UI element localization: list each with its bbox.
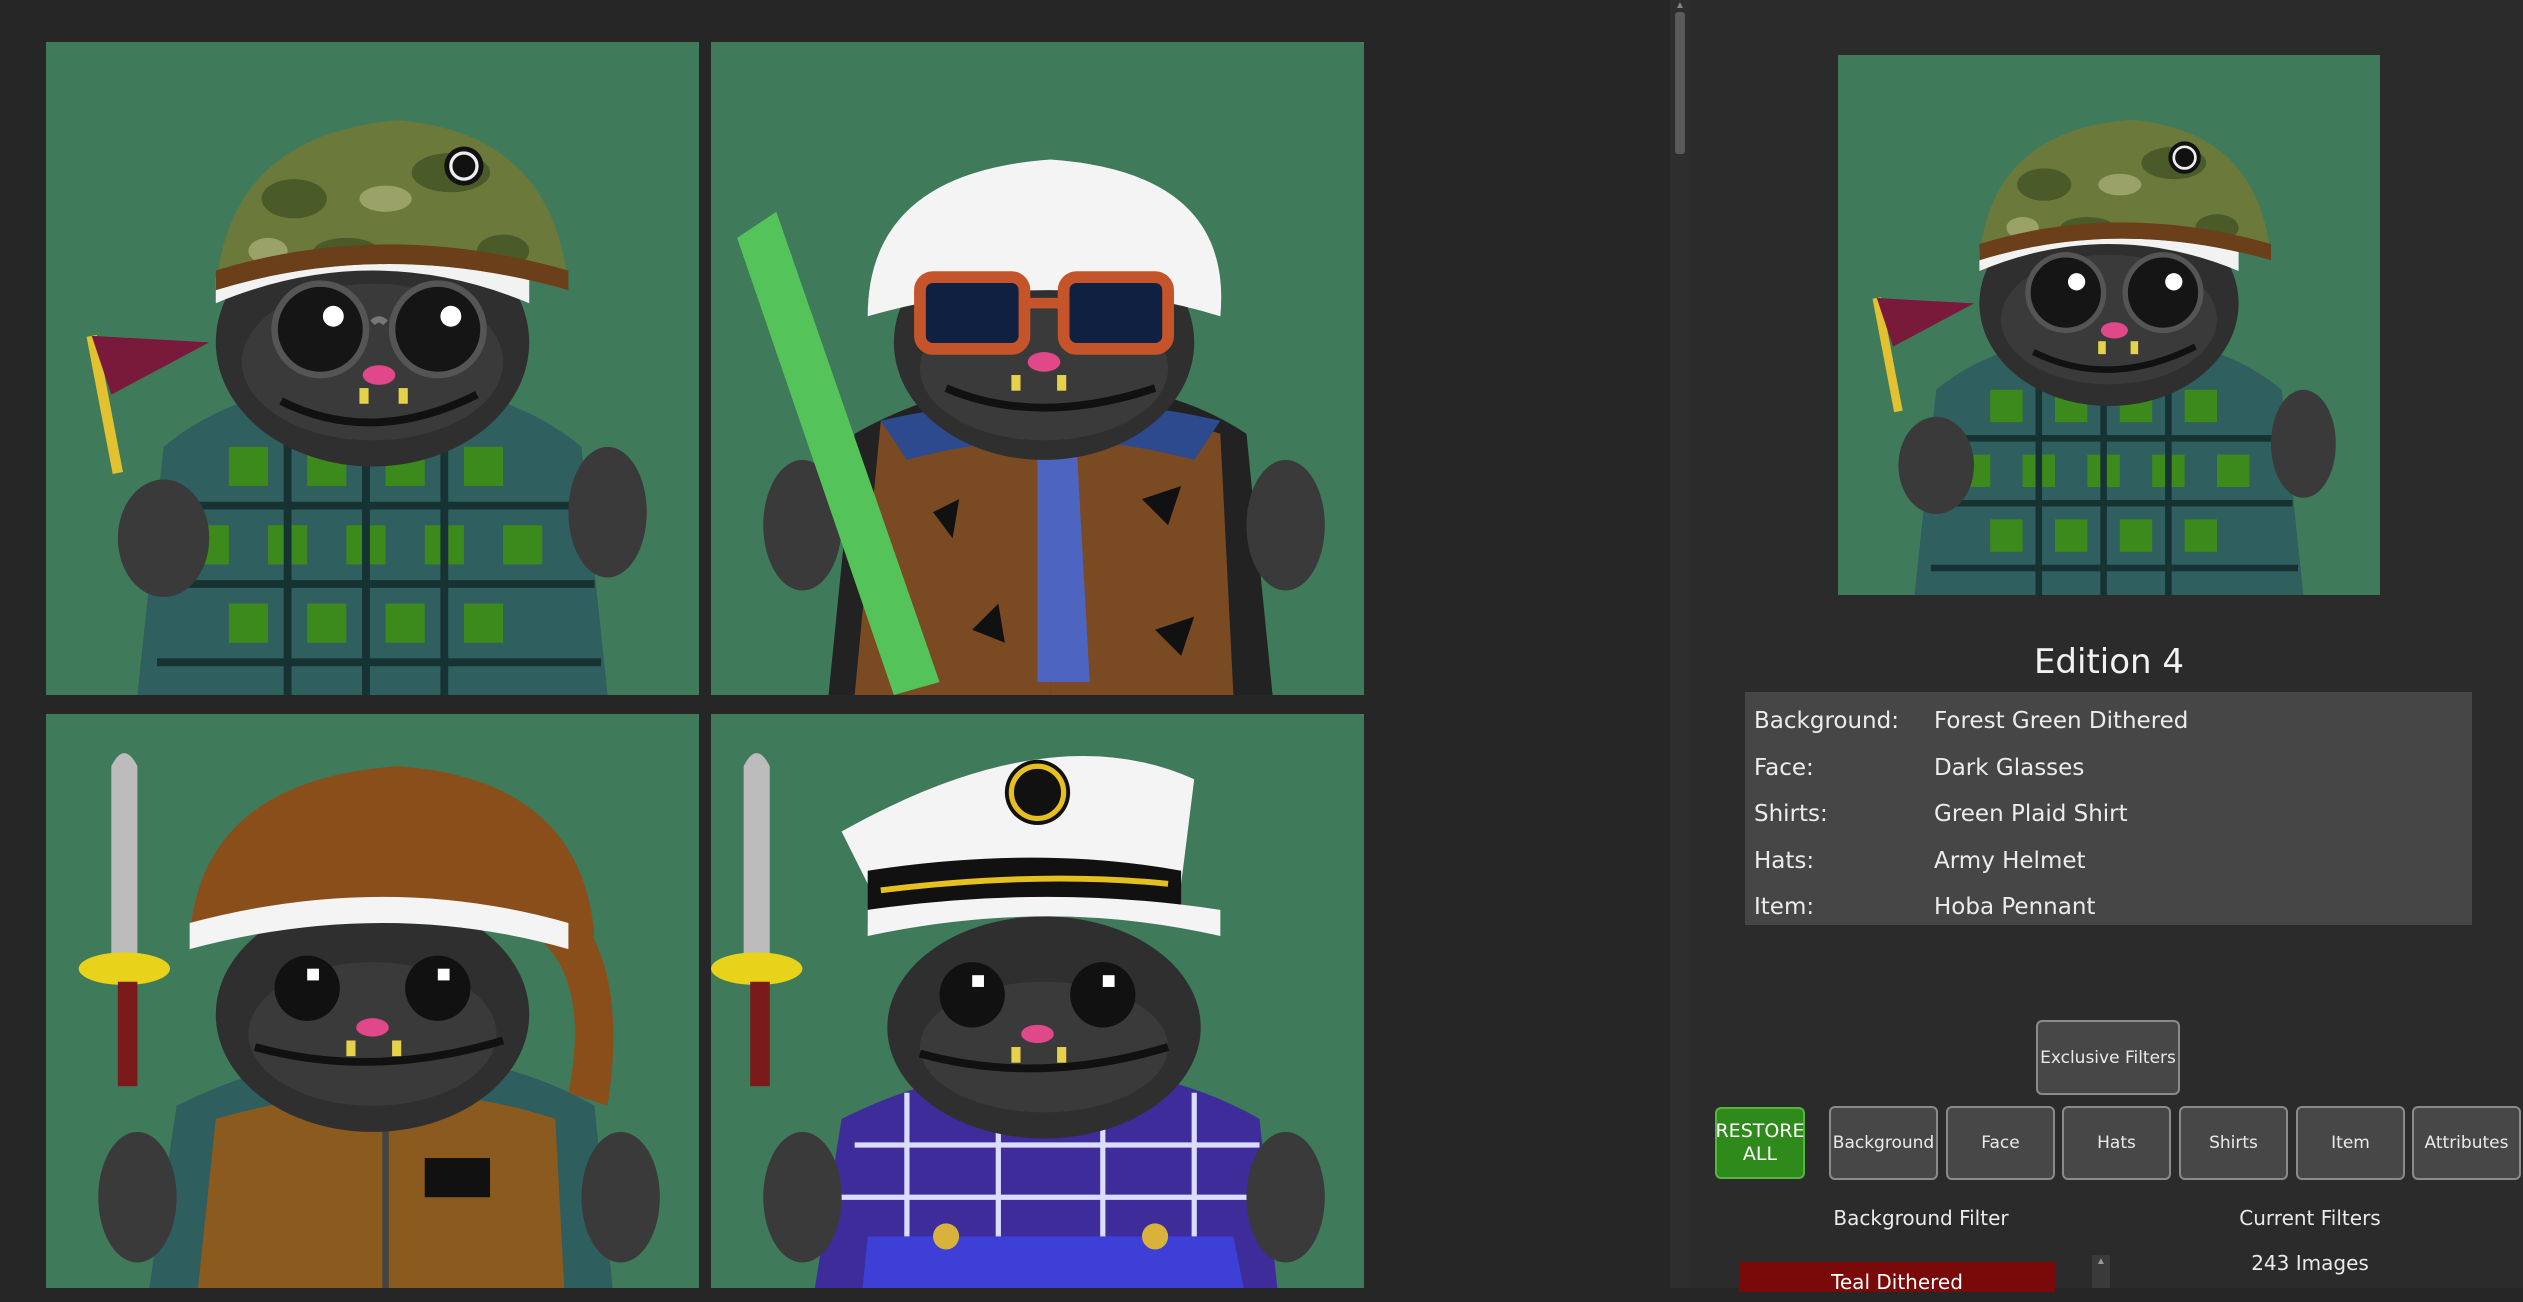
attribute-key: Hats: [1754,847,1815,874]
hoba-character-image [46,714,699,1288]
attribute-row-shirts: Shirts: Green Plaid Shirt [1745,791,2472,838]
attribute-row-item: Item: Hoba Pennant [1745,884,2472,931]
hoba-character-image [1839,55,2379,595]
gallery-tile-4[interactable] [711,714,1364,1288]
image-count: 243 Images [2251,1251,2369,1275]
scrollbar-thumb[interactable] [1675,12,1685,154]
hoba-character-image [46,42,699,695]
attribute-key: Face: [1754,754,1814,781]
gallery-tile-2[interactable] [711,42,1364,695]
attribute-value: Army Helmet [1934,847,2086,874]
attribute-key: Background: [1754,708,1899,735]
exclusive-filters-button[interactable]: Exclusive Filters [2036,1020,2180,1095]
filter-category-shirts-button[interactable]: Shirts [2179,1106,2288,1180]
gallery-tile-edition-4[interactable] [46,42,699,695]
detail-panel: Edition 4 Background: Forest Green Dithe… [1690,0,2523,1294]
attribute-row-background: Background: Forest Green Dithered [1745,698,2472,745]
edition-title: Edition 4 [2033,642,2185,682]
attribute-value: Hoba Pennant [1934,894,2096,921]
attribute-value: Green Plaid Shirt [1934,801,2128,828]
filter-category-attributes-button[interactable]: Attributes [2412,1106,2521,1180]
attribute-table: Background: Forest Green Dithered Face: … [1745,692,2472,925]
attribute-value: Dark Glasses [1934,754,2085,781]
filter-category-face-button[interactable]: Face [1946,1106,2055,1180]
scroll-up-arrow-icon[interactable]: ▲ [1674,0,1686,12]
gallery-tile-3[interactable] [46,714,699,1288]
hoba-character-image [711,714,1364,1288]
filter-list-scrollbar[interactable]: ▲ [2092,1255,2110,1288]
attribute-key: Shirts: [1754,801,1828,828]
hoba-character-image [711,42,1364,695]
filter-category-background-button[interactable]: Background [1829,1106,1938,1180]
nft-gallery [0,0,1660,1288]
gallery-scrollbar[interactable]: ▲ [1670,0,1690,1288]
selected-nft-preview [1838,55,2380,595]
filter-category-item-button[interactable]: Item [2296,1106,2405,1180]
filter-category-hats-button[interactable]: Hats [2062,1106,2171,1180]
current-filters-label: Current Filters [2239,1206,2381,1230]
attribute-key: Item: [1754,894,1815,921]
attribute-value: Forest Green Dithered [1934,708,2189,735]
scroll-up-arrow-icon[interactable]: ▲ [2092,1255,2110,1269]
background-filter-label: Background Filter [1833,1206,2009,1230]
attribute-row-face: Face: Dark Glasses [1745,745,2472,792]
attribute-row-hats: Hats: Army Helmet [1745,838,2472,885]
restore-all-button[interactable]: RESTORE ALL [1715,1107,1805,1179]
